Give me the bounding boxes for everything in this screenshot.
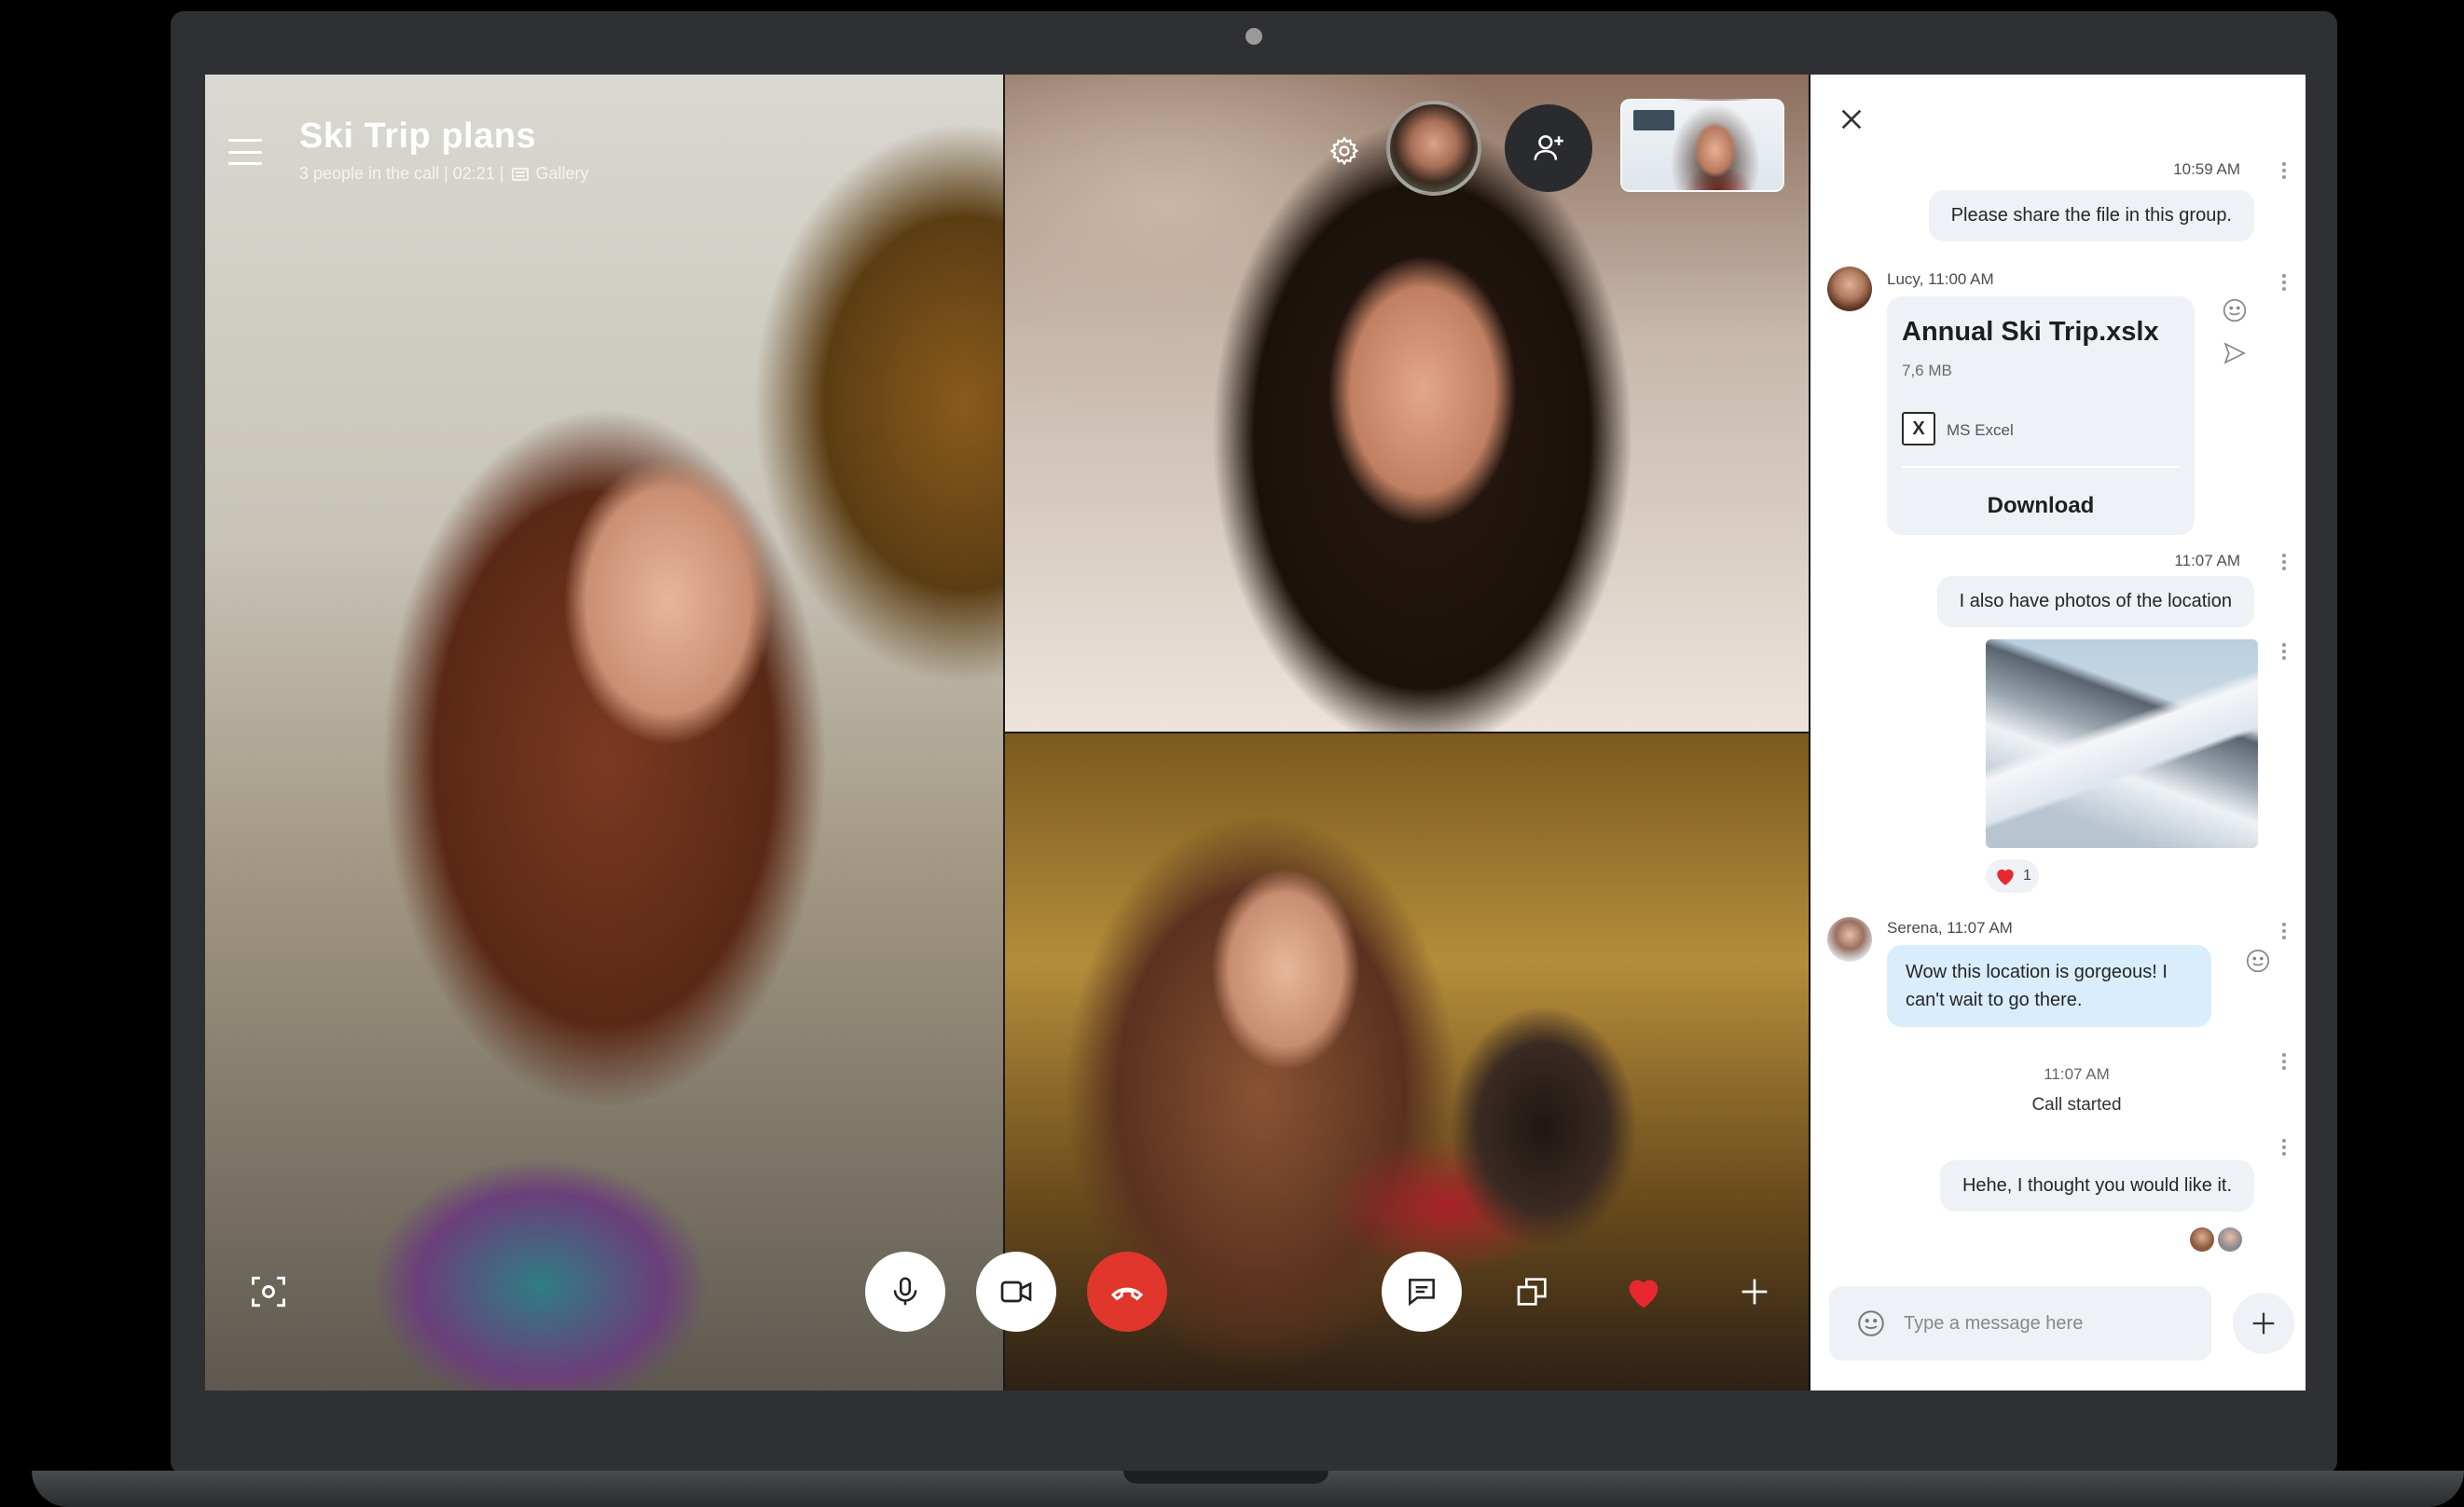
chat-icon (1409, 1279, 1435, 1307)
share-screen-button[interactable] (1493, 1252, 1573, 1332)
file-size: 7,6 MB (1902, 362, 1952, 379)
heart-icon (1629, 1280, 1659, 1308)
tile-divider (1004, 732, 1809, 733)
add-person-button[interactable] (1505, 104, 1592, 192)
screenshot-icon (252, 1276, 285, 1308)
self-video-preview[interactable] (1620, 99, 1784, 192)
webcam-dot (1246, 28, 1262, 45)
file-attachment-card[interactable]: Annual Ski Trip.xslx 7,6 MB X MS Excel D… (1887, 296, 2195, 535)
close-icon (1841, 109, 1862, 130)
message-options-icon[interactable] (2281, 274, 2287, 295)
reaction-count: 1 (2023, 868, 2031, 884)
video-camera-icon (1000, 1281, 1032, 1303)
message-input[interactable] (1904, 1312, 2183, 1335)
download-button[interactable]: Download (1887, 483, 2195, 529)
avatar (2190, 1227, 2214, 1252)
message-bubble-outgoing[interactable]: I also have photos of the location (1936, 576, 2254, 627)
call-subtitle: 3 people in the call | 02:21 | Gallery (299, 164, 589, 184)
video-tile-participant-1[interactable] (205, 75, 1004, 1391)
message-timestamp: 11:07 AM (2174, 552, 2240, 569)
message-bubble-outgoing[interactable]: Please share the file in this group. (1928, 190, 2254, 241)
message-bubble-outgoing[interactable]: Hehe, I thought you would like it. (1939, 1160, 2254, 1212)
message-options-icon[interactable] (2281, 162, 2287, 183)
read-receipts (2190, 1227, 2242, 1252)
message-options-icon[interactable] (2281, 554, 2287, 574)
call-title-block: Ski Trip plans 3 people in the call | 02… (299, 116, 589, 184)
hamburger-icon[interactable] (228, 135, 262, 169)
mute-button[interactable] (865, 1252, 945, 1332)
shared-photo-mountain[interactable] (1986, 639, 2258, 848)
plus-icon (1741, 1279, 1768, 1305)
settings-button[interactable] (1319, 126, 1370, 176)
gallery-icon[interactable] (511, 167, 529, 181)
call-header: Ski Trip plans 3 people in the call | 02… (228, 116, 589, 184)
gear-icon (1329, 136, 1359, 166)
message-options-icon[interactable] (2281, 643, 2287, 664)
emoji-icon[interactable] (1855, 1308, 1887, 1339)
add-attachment-button[interactable] (2233, 1293, 2294, 1354)
file-name: Annual Ski Trip.xslx (1902, 317, 2159, 347)
message-options-icon[interactable] (2281, 1139, 2287, 1159)
preview-background-frame (1633, 110, 1674, 130)
video-toggle-button[interactable] (976, 1252, 1056, 1332)
chat-toggle-button[interactable] (1382, 1252, 1462, 1332)
chat-panel: 10:59 AM Please share the file in this g… (1810, 75, 2306, 1391)
file-app-label: MS Excel (1947, 421, 2014, 439)
heart-icon (1997, 869, 2014, 885)
sender-meta: Lucy, 11:00 AM (1887, 270, 1994, 288)
avatar[interactable] (1827, 917, 1872, 962)
divider (1902, 466, 2180, 468)
system-message-call-started: Call started (2031, 1095, 2122, 1115)
skype-call-window: Ski Trip plans 3 people in the call | 02… (205, 75, 2306, 1391)
react-heart-button[interactable] (1604, 1252, 1684, 1332)
self-avatar[interactable] (1386, 101, 1481, 196)
emoji-react-icon[interactable] (2244, 947, 2272, 975)
message-options-icon[interactable] (2281, 923, 2287, 943)
forward-icon[interactable] (2221, 339, 2249, 367)
emoji-react-icon[interactable] (2221, 296, 2249, 324)
close-chat-button[interactable] (1837, 104, 1866, 134)
avatar[interactable] (1827, 267, 1872, 311)
message-timestamp: 10:59 AM (2173, 160, 2240, 178)
avatar (2218, 1227, 2242, 1252)
hang-up-icon (1110, 1287, 1144, 1301)
heart-reaction[interactable]: 1 (1986, 859, 2039, 893)
plus-icon (2252, 1312, 2275, 1335)
laptop-notch (1123, 1471, 1328, 1484)
message-compose-box[interactable] (1829, 1286, 2211, 1361)
microphone-icon (893, 1277, 917, 1306)
call-title: Ski Trip plans (299, 116, 537, 156)
add-person-icon (1534, 135, 1563, 160)
call-status-text: 3 people in the call | 02:21 | (299, 164, 504, 183)
screenshot-button[interactable] (228, 1252, 309, 1332)
sender-meta: Serena, 11:07 AM (1887, 919, 2013, 937)
more-options-button[interactable] (1714, 1252, 1795, 1332)
system-message-time: 11:07 AM (2044, 1065, 2110, 1083)
excel-icon: X (1902, 412, 1935, 445)
view-mode-label[interactable]: Gallery (536, 164, 589, 184)
screen-share-icon (1517, 1278, 1547, 1306)
message-bubble-incoming[interactable]: Wow this location is gorgeous! I can't w… (1887, 945, 2211, 1027)
end-call-button[interactable] (1087, 1252, 1167, 1332)
